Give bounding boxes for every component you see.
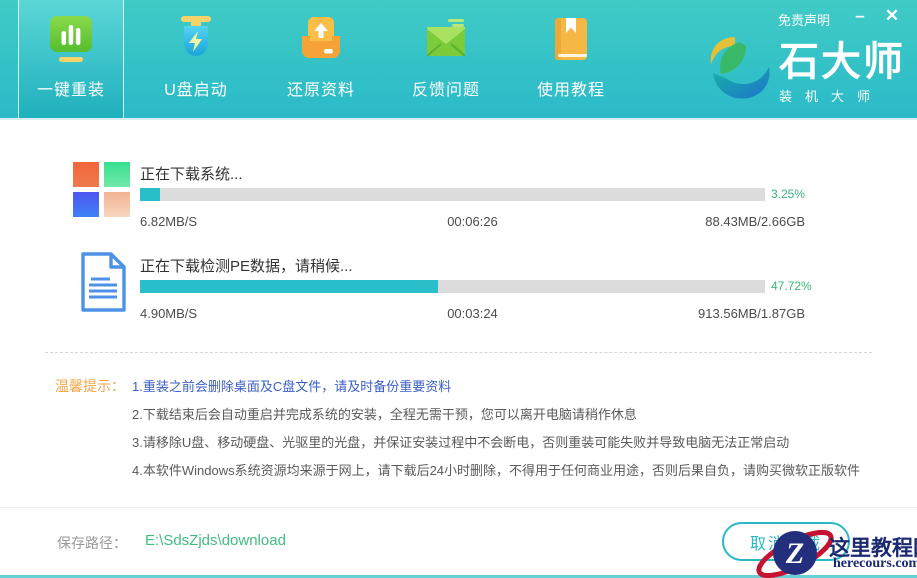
nav-tabs: 一键重装 U盘启动 xyxy=(18,0,643,118)
tip-item-3: 3.请移除U盘、移动硬盘、光驱里的光盘，并保证安装过程中不会断电，否则重装可能失… xyxy=(132,432,789,451)
tips-divider xyxy=(45,352,872,353)
disclaimer-link[interactable]: 免责声明 xyxy=(778,10,830,29)
progress-track-pe xyxy=(140,280,765,293)
navbar-divider xyxy=(0,118,917,120)
tab-feedback[interactable]: 反馈问题 xyxy=(393,0,499,118)
progress-fill-pe xyxy=(140,280,438,293)
tip-item-4: 4.本软件Windows系统资源均来源于网上，请下载后24小时删除，不得用于任何… xyxy=(132,460,860,479)
save-path-value: E:\SdsZjds\download xyxy=(145,532,286,549)
progress-percent-pe: 47.72% xyxy=(771,279,812,293)
progress-fill-system xyxy=(140,188,160,201)
brand-subtitle: 装机大师 xyxy=(779,86,905,105)
svg-text:Z: Z xyxy=(785,537,804,570)
app-window: 一键重装 U盘启动 xyxy=(0,0,917,578)
top-navbar: 一键重装 U盘启动 xyxy=(0,0,917,118)
tab-label: U盘启动 xyxy=(164,76,228,100)
tips-label: 温馨提示： xyxy=(55,376,125,396)
tip-item-1: 1.重装之前会删除桌面及C盘文件，请及时备份重要资料 xyxy=(132,376,451,395)
close-button[interactable]: ✕ xyxy=(879,4,905,28)
brand-name: 石大师 xyxy=(779,41,905,83)
tab-restore-data[interactable]: 还原资料 xyxy=(268,0,374,118)
tab-label: 反馈问题 xyxy=(412,76,480,100)
download-title-system: 正在下载系统... xyxy=(140,163,243,184)
document-icon xyxy=(77,251,129,318)
swirl-logo-icon xyxy=(707,33,771,112)
download-size: 913.56MB/1.87GB xyxy=(698,306,805,321)
watermark: Z 这里教程网 herecours.com xyxy=(752,520,917,578)
tab-usb-boot[interactable]: U盘启动 xyxy=(143,0,249,118)
tutorial-book-icon xyxy=(546,13,596,67)
download-stats-pe: 4.90MB/S 00:03:24 913.56MB/1.87GB xyxy=(140,306,805,322)
progress-percent-system: 3.25% xyxy=(771,187,805,201)
tab-label: 使用教程 xyxy=(537,76,605,100)
usb-shield-icon xyxy=(171,13,221,67)
tab-tutorial[interactable]: 使用教程 xyxy=(518,0,624,118)
footer-divider xyxy=(0,507,917,508)
restore-box-icon xyxy=(296,13,346,67)
brand-logo: 石大师 装机大师 xyxy=(707,33,905,112)
download-size: 88.43MB/2.66GB xyxy=(705,214,805,229)
tab-one-key-reinstall[interactable]: 一键重装 xyxy=(18,0,124,118)
download-title-pe: 正在下载检测PE数据，请稍候... xyxy=(140,255,353,276)
watermark-domain: herecours.com xyxy=(833,556,917,572)
save-path-label: 保存路径： xyxy=(57,533,127,553)
feedback-envelope-icon xyxy=(421,13,471,67)
tab-label: 一键重装 xyxy=(37,76,105,100)
download-stats-system: 6.82MB/S 00:06:26 88.43MB/2.66GB xyxy=(140,214,805,230)
tab-label: 还原资料 xyxy=(287,76,355,100)
minimize-button[interactable]: – xyxy=(847,4,873,28)
windows-logo-icon xyxy=(72,161,132,226)
tip-item-2: 2.下载结束后会自动重启并完成系统的安装，全程无需干预，您可以离开电脑请稍作休息 xyxy=(132,404,637,423)
progress-track-system xyxy=(140,188,765,201)
chart-monitor-icon xyxy=(46,13,96,67)
